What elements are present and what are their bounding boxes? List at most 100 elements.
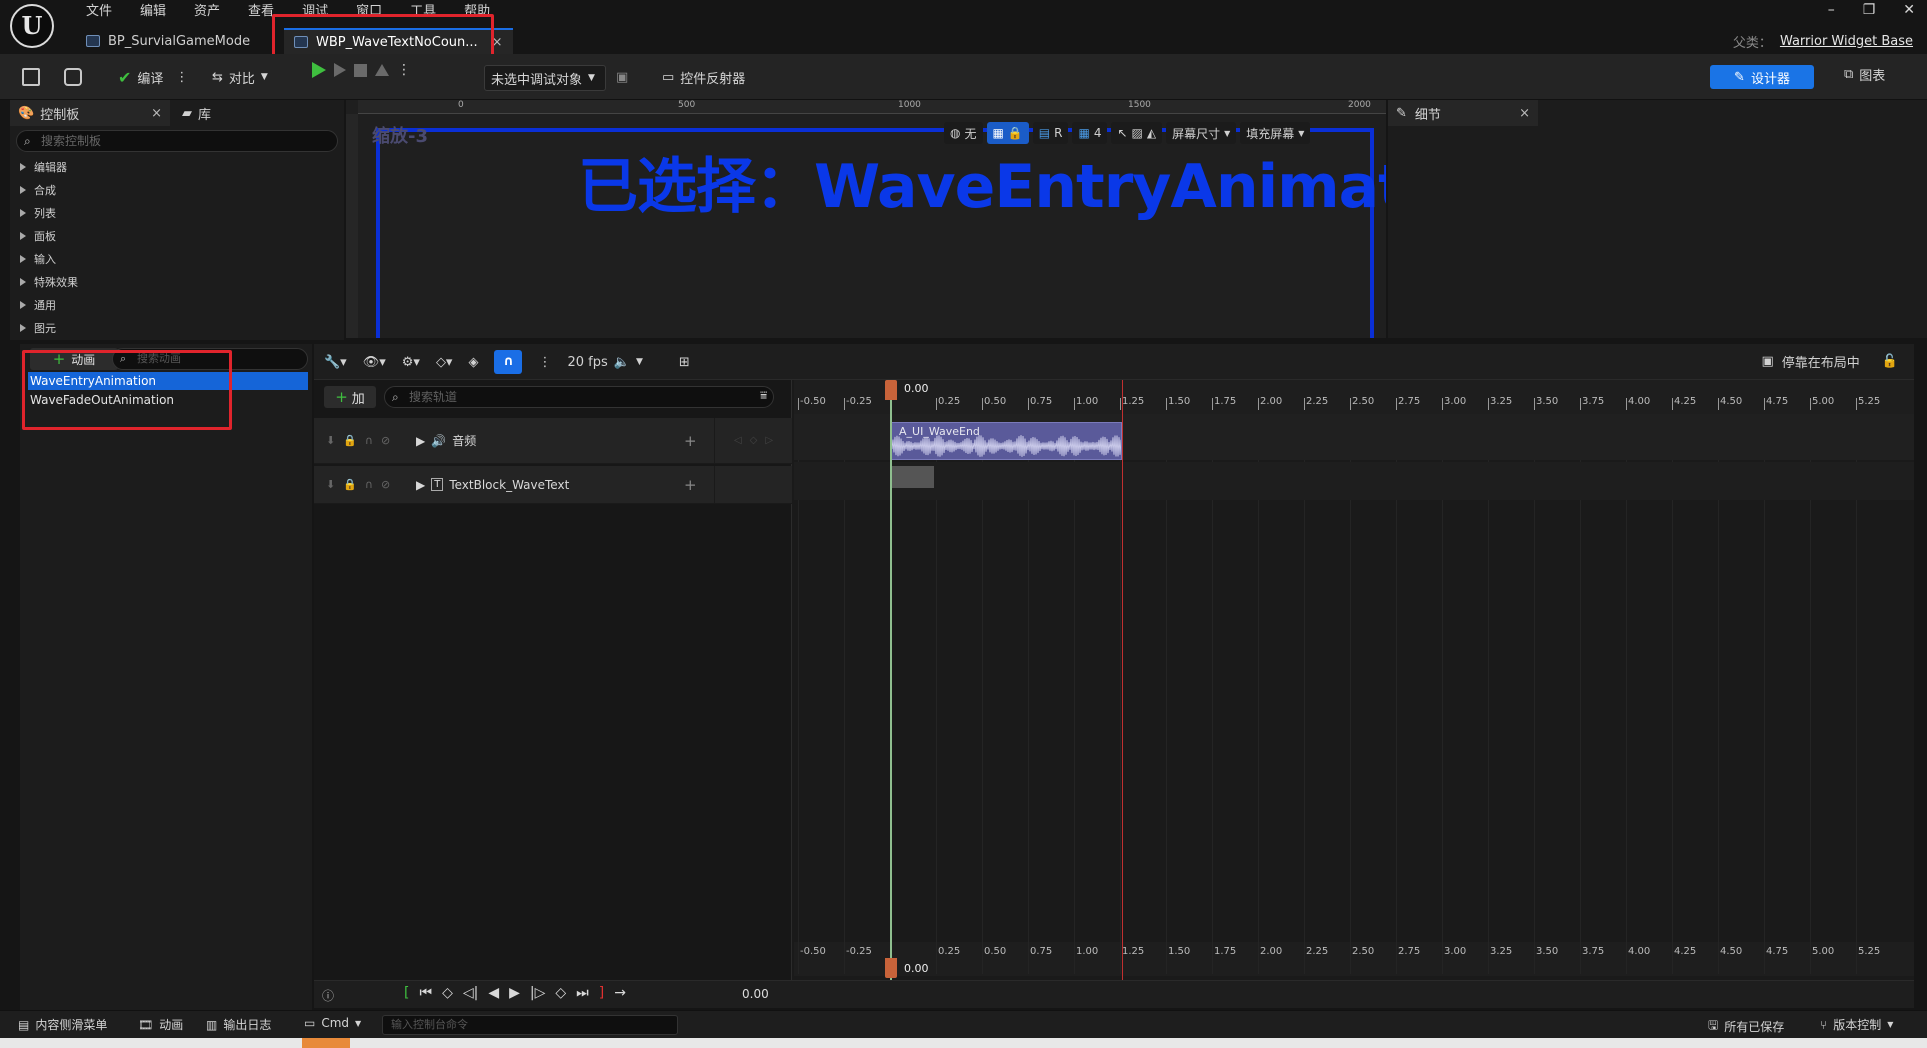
current-time-readout[interactable]: 0.00 bbox=[742, 987, 769, 1001]
prev-key-icon[interactable]: ◁ bbox=[734, 435, 742, 446]
minimize-icon[interactable]: – bbox=[1828, 2, 1835, 18]
palette-category[interactable]: 通用 bbox=[20, 294, 56, 316]
tab-bp-survial-game-mode[interactable]: BP_SurvialGameMode bbox=[76, 28, 260, 54]
world-space-toggle[interactable]: ◍ 无 bbox=[944, 122, 983, 144]
animation-item-wave-fade-out[interactable]: WaveFadeOutAnimation bbox=[28, 391, 308, 409]
menu-help[interactable]: 帮助 bbox=[450, 2, 504, 22]
curve-editor-icon[interactable]: ⊞ bbox=[679, 355, 690, 370]
gear-icon[interactable]: ⚙▾ bbox=[402, 355, 420, 370]
palette-category[interactable]: 图元 bbox=[20, 317, 56, 339]
set-end-icon[interactable]: ] bbox=[599, 985, 604, 1001]
debug-find-button[interactable]: ▣ bbox=[616, 64, 628, 90]
playback-end-marker[interactable] bbox=[1122, 380, 1123, 980]
preview-options[interactable]: ↖ ▨ ◭ bbox=[1111, 122, 1163, 144]
grid-snap-toggle[interactable]: ▦ 4 bbox=[1072, 122, 1108, 144]
playhead[interactable] bbox=[890, 380, 892, 980]
next-key-icon[interactable]: ◇ bbox=[555, 985, 566, 1001]
key-diamond-icon[interactable]: ◇▾ bbox=[436, 355, 453, 370]
cmd-dropdown[interactable]: ▭ Cmd ▼ bbox=[304, 1016, 361, 1030]
menu-window[interactable]: 窗口 bbox=[342, 2, 396, 22]
designer-viewport[interactable]: 0 500 1000 1500 2000 缩放-3 已选择：WaveEntryA… bbox=[346, 100, 1386, 338]
info-icon[interactable]: ⓘ bbox=[322, 987, 334, 1004]
palette-category[interactable]: 合成 bbox=[20, 179, 56, 201]
expand-arrow-icon[interactable]: ▶ bbox=[416, 434, 425, 448]
palette-category[interactable]: 特殊效果 bbox=[20, 271, 78, 293]
menu-tools[interactable]: 工具 bbox=[396, 2, 450, 22]
fps-dropdown[interactable]: 20 fps 🔈 ▼ bbox=[567, 355, 642, 370]
playhead-handle-bottom[interactable] bbox=[885, 958, 897, 978]
unlock-icon[interactable]: 🔓 bbox=[1882, 354, 1898, 369]
solo-icon[interactable]: ∩ bbox=[365, 434, 373, 447]
close-tab-icon[interactable]: × bbox=[151, 106, 162, 121]
eye-icon[interactable]: 👁▾ bbox=[363, 355, 386, 370]
step-forward-icon[interactable]: |▷ bbox=[530, 985, 545, 1001]
filter-icon[interactable]: ⩸ bbox=[760, 388, 767, 403]
solo-icon[interactable]: ∩ bbox=[365, 478, 373, 491]
content-drawer-button[interactable]: ▤ 内容侧滑菜单 bbox=[18, 1016, 107, 1033]
palette-category[interactable]: 输入 bbox=[20, 248, 56, 270]
keyframe-icon[interactable]: ◈ bbox=[468, 355, 478, 370]
respect-locks-toggle[interactable]: ▤ R bbox=[1032, 122, 1069, 144]
menu-debug[interactable]: 调试 bbox=[288, 2, 342, 22]
pin-icon[interactable]: ⬇ bbox=[326, 434, 335, 447]
step-back-icon[interactable]: ◁| bbox=[463, 985, 478, 1001]
parent-class-link[interactable]: Warrior Widget Base bbox=[1780, 34, 1913, 49]
unreal-logo-icon[interactable]: U bbox=[10, 4, 54, 48]
play-icon[interactable] bbox=[312, 62, 326, 78]
loop-icon[interactable]: → bbox=[614, 985, 626, 1001]
mute-icon[interactable]: ⊘ bbox=[381, 434, 390, 447]
eject-icon[interactable] bbox=[375, 64, 389, 76]
animation-item-wave-entry[interactable]: WaveEntryAnimation bbox=[28, 372, 308, 390]
widget-reflector-button[interactable]: ▭ 控件反射器 bbox=[662, 64, 745, 90]
source-control-button[interactable]: ⑂ 版本控制 ▼ bbox=[1820, 1016, 1893, 1033]
tab-library[interactable]: ▰ 库 bbox=[174, 100, 219, 126]
play-options-icon[interactable]: ⋮ bbox=[397, 62, 411, 78]
dock-in-layout-button[interactable]: ▣ 停靠在布局中 🔓 bbox=[1762, 352, 1899, 371]
track-search-input[interactable]: ⌕ 搜索轨道 bbox=[384, 386, 774, 408]
save-button[interactable] bbox=[22, 64, 40, 90]
pin-icon[interactable]: ⬇ bbox=[326, 478, 335, 491]
snap-options-icon[interactable]: ⋮ bbox=[538, 355, 551, 370]
console-command-input[interactable]: 输入控制台命令 bbox=[382, 1015, 678, 1035]
play-reverse-icon[interactable]: ◀ bbox=[488, 985, 499, 1001]
palette-category[interactable]: 列表 bbox=[20, 202, 56, 224]
close-tab-icon[interactable]: × bbox=[492, 35, 503, 50]
jump-start-icon[interactable]: ⏮ bbox=[419, 985, 432, 1001]
output-log-button[interactable]: ▥ 输出日志 bbox=[206, 1016, 271, 1033]
add-key-icon[interactable]: ◇ bbox=[750, 435, 758, 446]
add-section-icon[interactable]: + bbox=[684, 476, 704, 494]
fill-screen-dropdown[interactable]: 填充屏幕 ▼ bbox=[1240, 122, 1311, 144]
expand-arrow-icon[interactable]: ▶ bbox=[416, 478, 425, 492]
diff-button[interactable]: ⇆ 对比 ▼ bbox=[212, 64, 268, 90]
step-icon[interactable] bbox=[334, 63, 346, 77]
wrench-icon[interactable]: 🔧▾ bbox=[324, 355, 347, 370]
play-icon[interactable]: ▶ bbox=[509, 985, 520, 1001]
screen-size-dropdown[interactable]: 屏幕尺寸 ▼ bbox=[1166, 122, 1237, 144]
lock-icon[interactable]: 🔒 bbox=[343, 434, 357, 447]
timeline-ruler-bottom[interactable]: -0.50 -0.25 0.25 0.50 0.75 1.00 1.25 1.50 1.75 2.… bbox=[794, 942, 1914, 976]
tab-palette[interactable]: 🎨 控制板 × bbox=[10, 100, 170, 126]
track-row-audio[interactable]: ⬇ 🔒 ∩ ⊘ ▶ 🔊 音频 + ◁ ◇ ▷ bbox=[314, 417, 792, 464]
set-start-icon[interactable]: [ bbox=[404, 985, 409, 1001]
jump-end-icon[interactable]: ⏭ bbox=[576, 985, 589, 1001]
add-track-button[interactable]: + 加 bbox=[324, 386, 376, 408]
tab-wbp-wave-text[interactable]: WBP_WaveTextNoCoun... × bbox=[284, 28, 513, 54]
stop-icon[interactable] bbox=[354, 63, 367, 77]
all-saved-button[interactable]: 🖫 所有已保存 bbox=[1708, 1016, 1784, 1037]
debug-target-select[interactable]: 未选中调试对象 ▼ bbox=[484, 65, 606, 91]
mute-icon[interactable]: ⊘ bbox=[381, 478, 390, 491]
animation-search-input[interactable]: ⌕ 搜索动画 bbox=[112, 348, 308, 370]
tab-details[interactable]: ✎ 细节 × bbox=[1388, 100, 1538, 126]
menu-asset[interactable]: 资产 bbox=[180, 2, 234, 22]
menu-view[interactable]: 查看 bbox=[234, 2, 288, 22]
textblock-section[interactable] bbox=[890, 466, 934, 488]
menu-file[interactable]: 文件 bbox=[72, 2, 126, 22]
graph-mode-button[interactable]: ⧉ 图表 bbox=[1844, 65, 1885, 84]
designer-mode-button[interactable]: ✎ 设计器 bbox=[1710, 65, 1814, 89]
timeline[interactable]: -0.50 -0.25 0.25 0.50 0.75 1.00 1.25 1.50 1.75 2.… bbox=[794, 380, 1914, 980]
audio-clip[interactable]: A_UI_WaveEnd bbox=[890, 422, 1122, 460]
track-row-textblock[interactable]: ⬇ 🔒 ∩ ⊘ ▶ T TextBlock_WaveText + bbox=[314, 465, 792, 504]
playhead-handle-top[interactable] bbox=[885, 380, 897, 400]
timeline-ruler-top[interactable]: -0.50 -0.25 0.25 0.50 0.75 1.00 1.25 1.50 1.75 2.… bbox=[794, 380, 1914, 414]
palette-search-input[interactable]: ⌕ 搜索控制板 bbox=[16, 130, 338, 152]
